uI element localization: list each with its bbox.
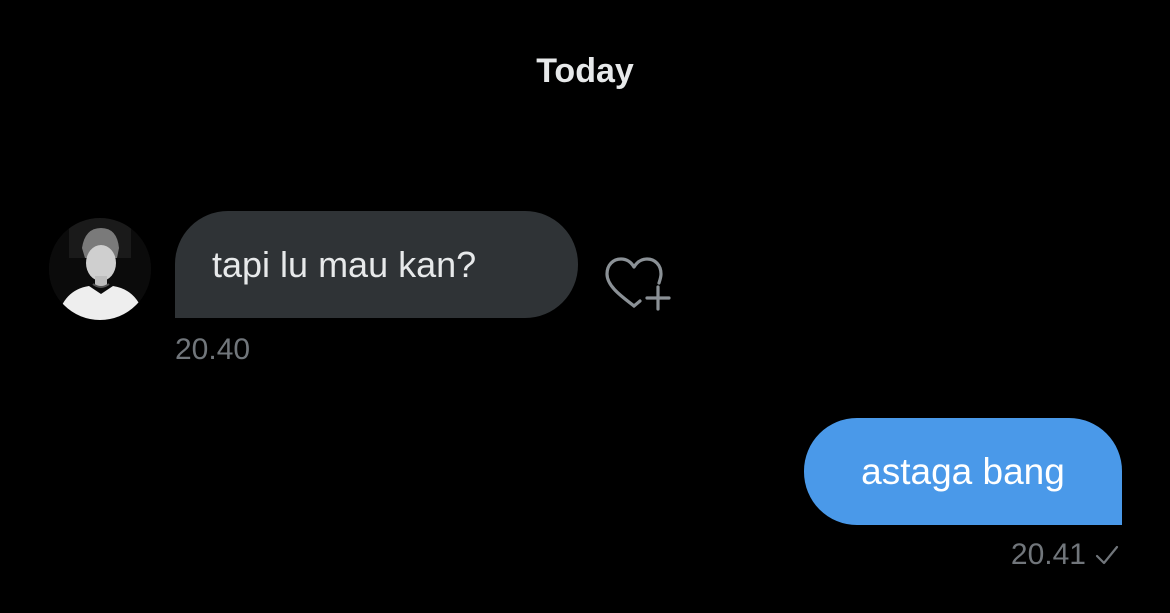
date-divider: Today: [536, 52, 634, 90]
add-reaction-button[interactable]: [600, 252, 676, 318]
check-icon: [1095, 545, 1119, 565]
incoming-message-bubble[interactable]: tapi lu mau kan?: [175, 211, 578, 318]
outgoing-status-row: 20.41: [1011, 538, 1120, 572]
outgoing-message-bubble[interactable]: astaga bang: [804, 418, 1122, 525]
avatar[interactable]: [49, 218, 151, 320]
heart-plus-icon: [605, 257, 671, 311]
incoming-timestamp: 20.40: [175, 333, 251, 366]
incoming-message-text: tapi lu mau kan?: [212, 243, 477, 285]
avatar-image: [49, 218, 151, 320]
outgoing-timestamp: 20.41: [1010, 538, 1086, 571]
outgoing-message-text: astaga bang: [861, 450, 1065, 492]
